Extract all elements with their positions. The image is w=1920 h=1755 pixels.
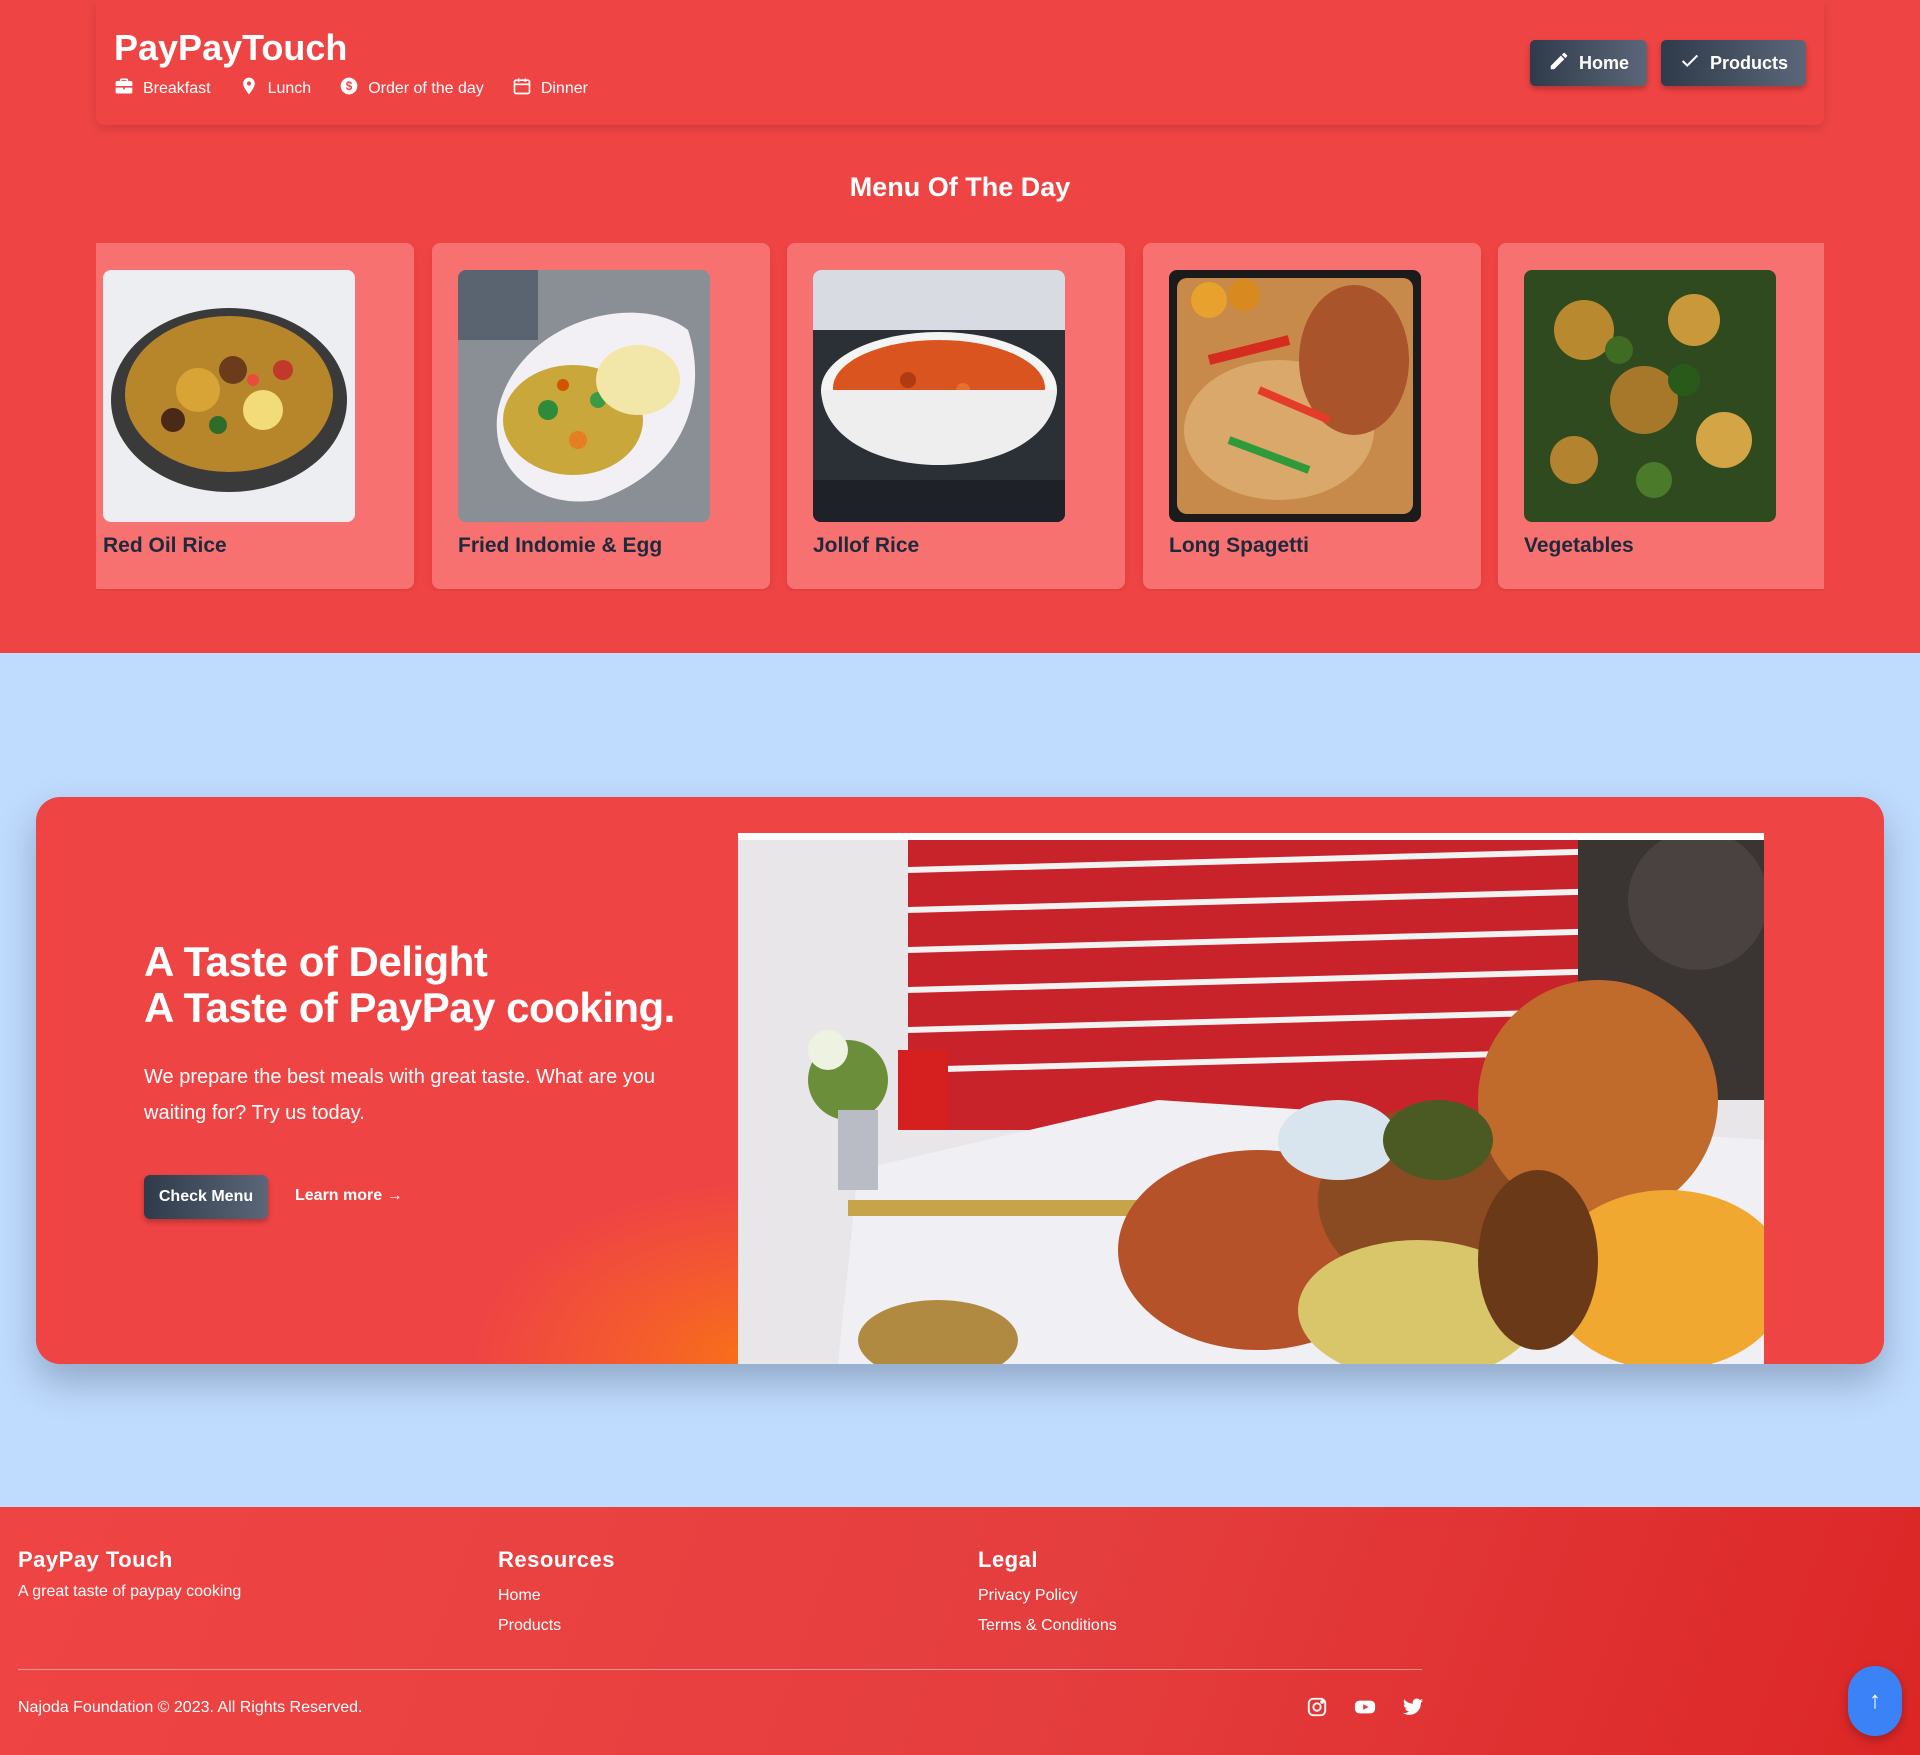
footer-divider [18,1669,1422,1670]
twitter-icon[interactable] [1402,1696,1424,1718]
products-button[interactable]: Products [1660,40,1806,86]
menu-card-name: Fried Indomie & Egg [458,534,663,557]
menu-card[interactable]: Fried Indomie & Egg [432,243,770,589]
category-nav: Breakfast Lunch $ Order of the day Dinne… [114,76,588,101]
menu-card[interactable]: Jollof Rice [787,243,1125,589]
footer-link-home[interactable]: Home [498,1587,615,1605]
back-to-top-button[interactable]: ↑ [1848,1666,1902,1736]
menu-card[interactable]: Vegetables [1498,243,1824,589]
vegetables-image [1524,270,1776,522]
nav-breakfast[interactable]: Breakfast [114,76,211,101]
nav-lunch[interactable]: Lunch [239,76,312,101]
nav-order-of-the-day[interactable]: $ Order of the day [339,76,484,101]
nav-breakfast-label: Breakfast [143,79,211,97]
long-spagetti-image [1169,270,1421,522]
social-links [1306,1696,1424,1718]
nav-dinner-label: Dinner [540,79,588,97]
svg-text:$: $ [346,80,353,93]
fried-indomie-image [458,270,710,522]
products-button-label: Products [1709,52,1788,73]
hero-heading: A Taste of Delight A Taste of PayPay coo… [144,939,675,1031]
check-menu-button[interactable]: Check Menu [144,1175,268,1219]
menu-card[interactable]: Long Spagetti [1143,243,1481,589]
footer-link-terms[interactable]: Terms & Conditions [978,1617,1117,1635]
home-button-label: Home [1578,52,1629,73]
jollof-rice-image [813,270,1065,522]
menu-title: Menu Of The Day [849,172,1071,202]
check-icon [1679,50,1701,77]
copyright-text: Najoda Foundation © 2023. All Rights Res… [18,1699,363,1716]
learn-more-link[interactable]: Learn more → [295,1187,403,1205]
location-pin-icon [239,76,259,101]
youtube-icon[interactable] [1354,1696,1376,1718]
header-buttons: Home Products [1529,40,1806,86]
footer-legal-title: Legal [978,1547,1038,1572]
menu-card[interactable]: Red Oil Rice [96,243,414,589]
footer-tagline: A great taste of paypay cooking [18,1583,242,1600]
menu-carousel: Red Oil Rice Fried Indomie & Egg Jollof … [96,243,1824,591]
footer-resources-title: Resources [498,1547,616,1572]
footer-brand-column: PayPay Touch A great taste of paypay coo… [18,1547,241,1601]
menu-card-name: Long Spagetti [1169,534,1309,557]
hero-heading-line1: A Taste of Delight [144,938,488,985]
menu-card-name: Jollof Rice [813,534,920,557]
menu-card-name: Red Oil Rice [103,534,227,557]
site-footer: PayPay Touch A great taste of paypay coo… [0,1507,1920,1755]
hero-food-image [738,833,1764,1364]
footer-link-products[interactable]: Products [498,1617,615,1635]
menu-card-name: Vegetables [1524,534,1634,557]
briefcase-icon [114,76,134,101]
hero-heading-line2: A Taste of PayPay cooking. [144,984,675,1031]
instagram-icon[interactable] [1306,1696,1328,1718]
footer-brand: PayPay Touch [18,1547,173,1572]
hero-description: We prepare the best meals with great tas… [144,1066,655,1124]
dollar-icon: $ [339,76,359,101]
brand-logo[interactable]: PayPayTouch [114,27,347,69]
hero-banner: A Taste of Delight A Taste of PayPay coo… [36,797,1884,1364]
pencil-icon [1548,50,1570,77]
nav-dinner[interactable]: Dinner [512,76,588,101]
footer-link-privacy[interactable]: Privacy Policy [978,1587,1117,1605]
calendar-icon [512,76,532,101]
site-header: PayPayTouch Breakfast Lunch $ Order of t… [96,0,1824,125]
red-oil-rice-image [103,270,355,522]
home-button[interactable]: Home [1529,40,1647,86]
nav-order-label: Order of the day [368,79,484,97]
footer-legal-column: Legal Privacy Policy Terms & Conditions [978,1547,1117,1635]
footer-resources-column: Resources Home Products [498,1547,615,1635]
nav-lunch-label: Lunch [267,79,312,97]
top-section: PayPayTouch Breakfast Lunch $ Order of t… [0,0,1920,653]
